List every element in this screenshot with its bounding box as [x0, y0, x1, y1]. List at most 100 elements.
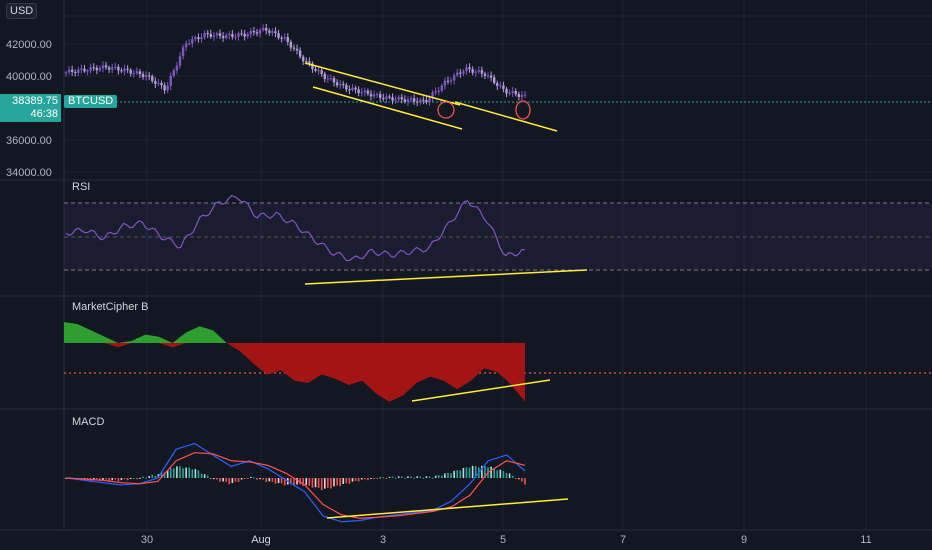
candle-body: [446, 80, 450, 82]
histogram-bar: [388, 476, 391, 478]
candle-body: [157, 82, 160, 84]
candle-body: [348, 89, 351, 91]
last-price-value: 38389.75: [12, 95, 58, 107]
candle-body: [86, 70, 89, 72]
histogram-bar: [348, 478, 351, 484]
histogram-bar: [154, 475, 157, 478]
histogram-bar: [246, 478, 249, 479]
histogram-bar: [459, 470, 462, 478]
histogram-bar: [450, 473, 452, 478]
histogram-bar: [216, 478, 218, 480]
candle-body: [194, 37, 197, 40]
candle-body: [486, 75, 490, 77]
candle-body: [338, 84, 342, 86]
histogram-bar: [357, 478, 360, 482]
candle-body: [228, 34, 231, 36]
candle-body: [191, 39, 194, 44]
candle-body: [308, 61, 311, 64]
candle-body: [379, 94, 382, 98]
histogram-bar: [250, 476, 252, 478]
histogram-bar: [444, 473, 446, 478]
candle-body: [323, 73, 326, 79]
histogram-bar: [176, 466, 178, 478]
histogram-bar: [336, 478, 338, 486]
histogram-bar: [320, 478, 323, 491]
time-tick: 30: [141, 534, 153, 546]
histogram-bar: [434, 475, 437, 478]
candle-body: [92, 67, 95, 69]
candle-body: [409, 98, 413, 100]
currency-badge[interactable]: USD: [6, 3, 38, 19]
histogram-bar: [219, 478, 221, 482]
histogram-bar: [237, 478, 240, 482]
histogram-bar: [508, 473, 511, 478]
histogram-bar: [428, 476, 431, 478]
candle-body: [67, 69, 71, 73]
candle-body: [412, 98, 416, 102]
histogram-bar: [391, 476, 394, 478]
candle-body: [523, 94, 527, 96]
histogram-bar: [191, 469, 194, 478]
candle-body: [382, 97, 385, 100]
candle-body: [360, 92, 363, 94]
candle-body: [298, 50, 302, 57]
candle-body: [135, 71, 139, 74]
candle-body: [332, 78, 336, 83]
candle-body: [286, 37, 289, 42]
candle-body: [89, 67, 92, 71]
macd-title[interactable]: MACD: [72, 416, 104, 428]
symbol-label[interactable]: BTCUSD: [64, 95, 118, 108]
histogram-bar: [188, 467, 191, 478]
candle-body: [403, 99, 407, 102]
candle-body: [154, 81, 157, 84]
candle-body: [255, 32, 259, 34]
histogram-bar: [370, 478, 372, 479]
candle-body: [428, 98, 431, 103]
candle-body: [437, 90, 440, 92]
candle-body: [178, 56, 182, 66]
histogram-bar: [280, 478, 283, 484]
histogram-bar: [339, 478, 341, 487]
histogram-bar: [447, 472, 449, 478]
histogram-bar: [462, 467, 465, 478]
candle-body: [305, 61, 308, 63]
candle-body: [496, 83, 499, 86]
candle-body: [218, 33, 222, 36]
candle-body: [443, 80, 447, 86]
histogram-bar: [169, 468, 172, 478]
price-tick: 36000.00: [6, 135, 52, 147]
candle-body: [271, 31, 274, 33]
chart-canvas[interactable]: 42000.00 40000.00 36000.00 34000.00 30 A…: [0, 0, 932, 550]
candle-body: [505, 88, 508, 94]
candle-body: [280, 37, 283, 39]
candle-body: [274, 31, 277, 34]
marketcipher-title[interactable]: MarketCipher B: [72, 301, 148, 313]
histogram-bar: [139, 477, 141, 479]
candle-body: [520, 95, 524, 97]
histogram-bar: [262, 478, 264, 480]
histogram-bar: [151, 474, 154, 478]
candle-body: [117, 66, 120, 71]
rsi-title[interactable]: RSI: [72, 181, 90, 193]
histogram-bar: [305, 478, 308, 485]
candle-body: [197, 37, 200, 40]
histogram-bar: [407, 476, 409, 478]
candle-body: [243, 33, 246, 37]
candle-body: [283, 37, 286, 39]
candle-body: [172, 70, 176, 76]
histogram-bar: [228, 478, 231, 485]
candle-body: [141, 74, 145, 78]
histogram-bar: [203, 474, 206, 478]
histogram-bar: [142, 476, 144, 478]
histogram-bar: [126, 478, 129, 481]
histogram-bar: [453, 470, 455, 478]
histogram-bar: [471, 465, 474, 478]
histogram-bar: [431, 477, 434, 479]
candle-body: [175, 65, 179, 71]
candle-body: [474, 71, 477, 73]
histogram-bar: [351, 478, 354, 482]
candle-body: [440, 85, 444, 91]
histogram-bar: [179, 466, 181, 478]
histogram-bar: [502, 471, 505, 478]
histogram-bar: [521, 478, 523, 482]
